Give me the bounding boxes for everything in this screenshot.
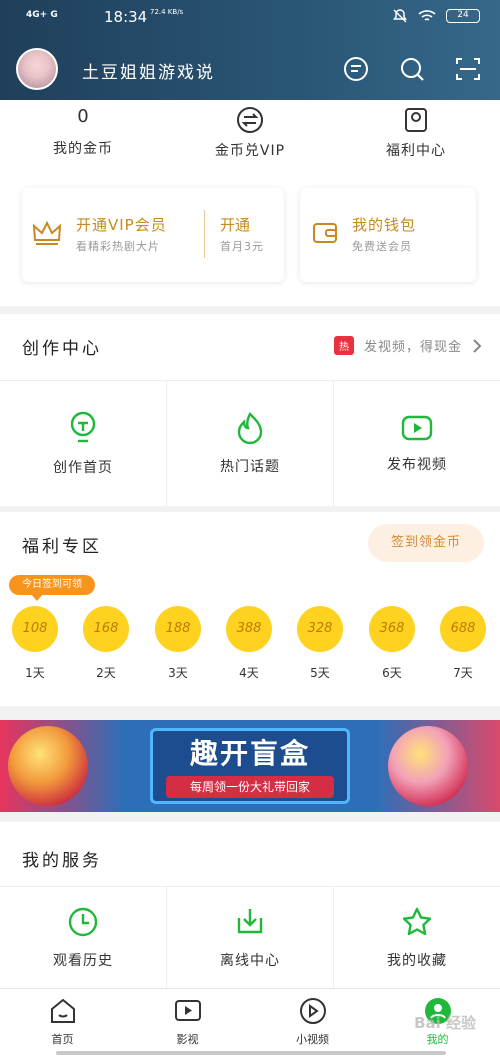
creator-promo-text: 发视频，得现金 [363, 340, 462, 355]
checkin-tip: 今日签到可领 [9, 575, 95, 601]
flame-icon [237, 411, 263, 444]
offline-center[interactable]: 离线中心 [167, 887, 334, 988]
network-speed: 72.4 KB/s [150, 8, 184, 16]
wallet-card[interactable]: 我的钱包 免费送会员 [300, 188, 476, 282]
services-title: 我的服务 [22, 851, 102, 871]
day-label: 7天 [453, 666, 473, 680]
vip-cta[interactable]: 开通 [220, 214, 250, 235]
mute-icon [393, 9, 407, 23]
crown-icon [32, 220, 62, 245]
creator-home-label: 创作首页 [53, 459, 113, 476]
day-label: 6天 [382, 666, 402, 680]
hot-badge: 热 [333, 336, 354, 355]
day-label: 4天 [239, 666, 259, 680]
vip-card[interactable]: 开通VIP会员 看精彩热剧大片 开通 首月3元 [22, 188, 284, 282]
vip-title: 开通VIP会员 [76, 216, 167, 234]
creator-home[interactable]: 创作首页 [0, 381, 167, 506]
status-time: 18:34 [104, 8, 148, 26]
home-icon [50, 998, 75, 1023]
coin-to-vip-label: 金币兑VIP [214, 143, 286, 159]
tab-short-video[interactable]: 小视频 [250, 989, 375, 1057]
wallet-subtitle: 免费送会员 [352, 240, 412, 253]
publish-video-label: 发布视频 [387, 456, 447, 473]
coin-day-3[interactable]: 188 [155, 606, 201, 652]
day-label: 5天 [310, 666, 330, 680]
gift-icon [405, 108, 427, 132]
my-coins-label: 我的金币 [53, 141, 113, 157]
coin-day-7[interactable]: 688 [440, 606, 486, 652]
coin-to-vip[interactable]: 金币兑VIP [180, 106, 320, 160]
checkin-button[interactable]: 签到领金币 [368, 524, 484, 562]
tab-home-label: 首页 [51, 1033, 74, 1046]
message-icon[interactable] [342, 55, 370, 83]
watch-history-label: 观看历史 [53, 952, 113, 969]
coin-day-6[interactable]: 368 [369, 606, 415, 652]
film-icon [174, 1000, 201, 1021]
banner-title: 趣开盲盒 [189, 737, 310, 770]
search-icon[interactable] [398, 55, 426, 83]
exchange-icon [237, 107, 263, 133]
download-icon [237, 908, 263, 933]
my-coins[interactable]: 0 我的金币 [13, 106, 153, 158]
signal-indicator: 4G+ G [26, 10, 58, 20]
services-section: 我的服务 观看历史 离线中心 我的收藏 [0, 822, 500, 988]
creator-section: 创作中心 热 发视频，得现金 创作首页 热门话题 发布视频 [0, 314, 500, 506]
vip-subtitle: 看精彩热剧大片 [76, 240, 160, 253]
my-favorites[interactable]: 我的收藏 [334, 887, 500, 988]
status-bar: 4G+ G 18:34 72.4 KB/s 24 [26, 8, 480, 30]
welfare-center-label: 福利中心 [386, 143, 446, 159]
creator-title: 创作中心 [22, 339, 102, 359]
hot-topics-label: 热门话题 [220, 458, 280, 475]
wallet-title: 我的钱包 [352, 216, 417, 234]
creator-promo[interactable]: 热 发视频，得现金 [333, 336, 482, 355]
welfare-center[interactable]: 福利中心 [346, 106, 486, 160]
day-label: 1天 [25, 666, 45, 680]
bulb-icon [70, 411, 96, 442]
avatar[interactable] [16, 48, 58, 90]
day-label: 2天 [96, 666, 116, 680]
baidu-watermark: Bai 经验 [414, 1014, 476, 1032]
tab-film[interactable]: 影视 [125, 989, 250, 1057]
coin-count: 0 [77, 106, 89, 127]
my-favorites-label: 我的收藏 [387, 952, 447, 969]
tab-home[interactable]: 首页 [0, 989, 125, 1057]
gift-ball-right [388, 726, 468, 806]
watch-history[interactable]: 观看历史 [0, 887, 167, 988]
gift-ball-left [8, 726, 88, 806]
profile-header: 4G+ G 18:34 72.4 KB/s 24 土豆姐姐游戏说 [0, 0, 500, 100]
clock-icon [68, 907, 98, 936]
wifi-icon [418, 10, 436, 21]
hot-topics[interactable]: 热门话题 [167, 381, 334, 506]
wallet-icon [313, 223, 337, 243]
star-icon [402, 907, 432, 935]
tab-short-video-label: 小视频 [296, 1033, 329, 1046]
vip-price: 首月3元 [220, 240, 264, 253]
coin-day-5[interactable]: 328 [297, 606, 343, 652]
battery-icon: 24 [446, 9, 480, 23]
divider [204, 210, 205, 258]
welfare-title: 福利专区 [22, 537, 102, 557]
play-circle-icon [299, 998, 326, 1024]
coin-day-2[interactable]: 168 [83, 606, 129, 652]
chevron-right-icon [473, 338, 482, 353]
banner-subtitle: 每周领一份大礼带回家 [166, 776, 334, 798]
play-upload-icon [401, 415, 433, 440]
scan-icon[interactable] [454, 55, 482, 83]
blind-box-banner[interactable]: 趣开盲盒 每周领一份大礼带回家 [0, 720, 500, 812]
publish-video[interactable]: 发布视频 [334, 381, 500, 506]
coin-day-4[interactable]: 388 [226, 606, 272, 652]
day-label: 3天 [168, 666, 188, 680]
tab-film-label: 影视 [176, 1033, 199, 1046]
tab-mine-label: 我的 [426, 1033, 449, 1046]
coin-day-1[interactable]: 108 [12, 606, 58, 652]
home-indicator[interactable] [56, 1051, 446, 1055]
offline-center-label: 离线中心 [220, 952, 280, 969]
username[interactable]: 土豆姐姐游戏说 [82, 58, 215, 83]
